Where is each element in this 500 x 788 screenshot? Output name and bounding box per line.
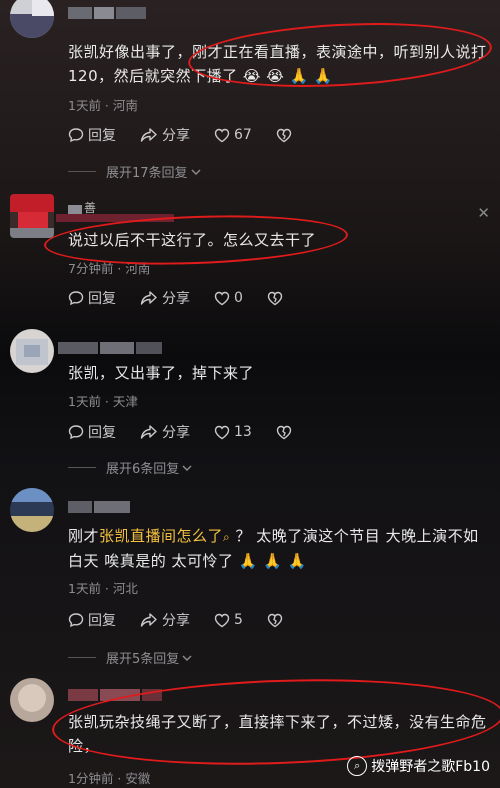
comment-text: 说过以后不干这行了。怎么又去干了	[68, 228, 493, 252]
expand-replies[interactable]: 展开5条回复	[68, 648, 368, 667]
username-fragment: 善	[84, 201, 97, 215]
reply-button[interactable]: 回复	[68, 610, 116, 630]
comment-text-segment: 张凯玩杂技绳子又断了，直接摔下来了，不过矮，没有生命危险，	[68, 713, 487, 755]
comment-meta: 7分钟前 · 河南	[68, 261, 151, 276]
dislike-button[interactable]	[267, 291, 287, 306]
comment-actions: 回复 分享 67	[68, 125, 320, 145]
username-blurred[interactable]	[58, 339, 164, 354]
comment-text: 张凯好像出事了，刚才正在看直播，表演途中，听到别人说打120，然后就突然下播了 …	[68, 40, 493, 88]
like-button[interactable]: 67	[214, 127, 252, 143]
heart-icon	[214, 425, 230, 439]
chat-bubble-icon	[68, 425, 84, 440]
share-arrow-icon	[140, 613, 157, 627]
share-button[interactable]: 分享	[140, 422, 190, 442]
expand-label: 展开5条回复	[106, 652, 180, 667]
comment-text-segment: 张凯，又出事了，掉下来了	[68, 364, 255, 382]
chevron-down-icon	[182, 655, 192, 661]
like-count: 0	[234, 290, 243, 306]
comment-actions: 回复 分享 0	[68, 288, 311, 308]
like-button[interactable]: 5	[214, 612, 243, 628]
reply-label: 回复	[88, 291, 116, 307]
broken-heart-icon	[276, 425, 292, 439]
chevron-down-icon	[191, 169, 201, 175]
share-label: 分享	[162, 128, 190, 144]
comment-text-segment: 刚才	[68, 527, 100, 545]
broken-heart-icon	[267, 613, 283, 627]
watermark: ⌕ 拨弹野者之歌Fb10	[347, 756, 490, 776]
reply-button[interactable]: 回复	[68, 288, 116, 308]
avatar[interactable]	[10, 678, 54, 722]
chat-bubble-icon	[68, 613, 84, 628]
username-blurred[interactable]	[68, 498, 132, 513]
reply-label: 回复	[88, 128, 116, 144]
chevron-down-icon	[182, 465, 192, 471]
chat-bubble-icon	[68, 291, 84, 306]
share-button[interactable]: 分享	[140, 610, 190, 630]
like-button[interactable]: 13	[214, 424, 252, 440]
dislike-button[interactable]	[267, 613, 287, 628]
avatar[interactable]	[10, 329, 54, 373]
share-label: 分享	[162, 291, 190, 307]
heart-icon	[214, 613, 230, 627]
dislike-button[interactable]	[276, 128, 296, 143]
dislike-button[interactable]	[276, 425, 296, 440]
comment-meta: 1天前 · 天津	[68, 394, 138, 409]
like-button[interactable]: 0	[214, 290, 243, 306]
divider	[68, 657, 96, 658]
watermark-text: 拨弹野者之歌Fb10	[371, 759, 490, 775]
reply-button[interactable]: 回复	[68, 125, 116, 145]
comment-meta: 1天前 · 河北	[68, 581, 138, 596]
reply-label: 回复	[88, 613, 116, 629]
broken-heart-icon	[276, 128, 292, 142]
search-icon: ⌕	[347, 756, 368, 776]
search-keyword-link[interactable]: 张凯直播间怎么了	[99, 527, 223, 545]
share-arrow-icon	[140, 425, 157, 439]
close-icon[interactable]: ✕	[477, 204, 490, 222]
share-arrow-icon	[140, 128, 157, 142]
share-arrow-icon	[140, 291, 157, 305]
like-count: 13	[234, 424, 252, 440]
reply-button[interactable]: 回复	[68, 422, 116, 442]
comment-actions: 回复 分享 5	[68, 610, 311, 630]
like-count: 5	[234, 612, 243, 628]
username-blurred[interactable]: 善	[68, 201, 98, 217]
like-count: 67	[234, 127, 252, 143]
comment-text-segment: 说过以后不干这行了。怎么又去干了	[68, 231, 317, 249]
comment-actions: 回复 分享 13	[68, 422, 320, 442]
comment-text: 刚才张凯直播间怎么了⌕ ？ 太晚了演这个节目 大晚上演不如白天 唉真是的 太可怜…	[68, 524, 493, 573]
expand-label: 展开6条回复	[106, 462, 180, 477]
expand-label: 展开17条回复	[106, 166, 188, 181]
heart-icon	[214, 128, 230, 142]
avatar[interactable]	[10, 488, 54, 532]
share-label: 分享	[162, 425, 190, 441]
share-label: 分享	[162, 613, 190, 629]
username-redacted-bar	[56, 214, 174, 222]
username-blurred[interactable]	[68, 686, 164, 701]
divider	[68, 171, 96, 172]
comment-text-segment: 张凯好像出事了，刚才正在看直播，表演途中，听到别人说打120，然后就突然下播了 …	[68, 43, 487, 85]
chat-bubble-icon	[68, 128, 84, 143]
comment-text: 张凯玩杂技绳子又断了，直接摔下来了，不过矮，没有生命危险，	[68, 710, 493, 758]
comment-text: 张凯，又出事了，掉下来了	[68, 361, 493, 385]
username-blurred[interactable]	[68, 4, 148, 19]
comment-meta: 1天前 · 河南	[68, 98, 138, 113]
divider	[68, 467, 96, 468]
avatar[interactable]	[10, 0, 54, 38]
comment-meta: 1分钟前 · 安徽	[68, 771, 151, 786]
expand-replies[interactable]: 展开6条回复	[68, 458, 368, 477]
expand-replies[interactable]: 展开17条回复	[68, 162, 368, 181]
heart-icon	[214, 291, 230, 305]
reply-label: 回复	[88, 425, 116, 441]
avatar[interactable]	[10, 194, 54, 238]
share-button[interactable]: 分享	[140, 288, 190, 308]
broken-heart-icon	[267, 291, 283, 305]
share-button[interactable]: 分享	[140, 125, 190, 145]
